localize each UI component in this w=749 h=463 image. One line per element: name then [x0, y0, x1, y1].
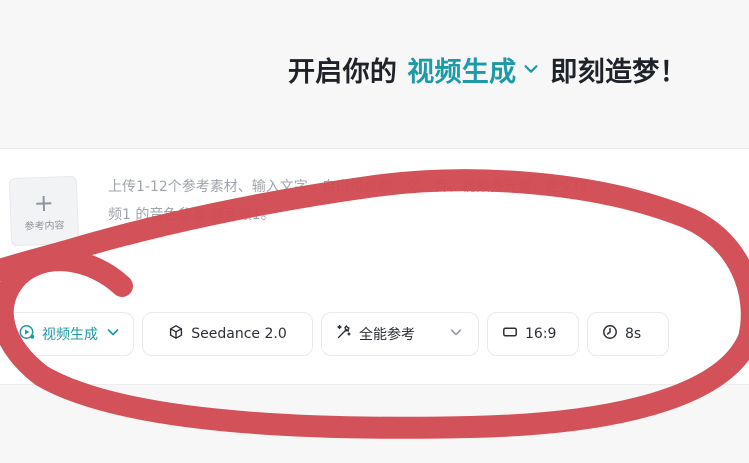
cube-icon	[168, 324, 184, 344]
heading-prefix: 开启你的	[288, 57, 398, 88]
prompt-input[interactable]: 上传1-12个参考素材、输入文字，自由组合图、文、音、视频多元素，定义精 频1 …	[108, 173, 748, 229]
reference-tile-label: 参考内容	[24, 219, 65, 233]
mode-select-label: 视频生成	[42, 327, 98, 343]
prompt-composer: + 参考内容 上传1-12个参考素材、输入文字，自由组合图、文、音、视频多元素，…	[0, 148, 749, 385]
page-heading: 开启你的 视频生成 即刻造梦！	[288, 50, 687, 89]
duration-label: 8s	[625, 326, 642, 342]
heading-suffix: 即刻造梦！	[550, 57, 687, 88]
heading-mode-label: 视频生成	[407, 57, 517, 88]
chevron-down-icon	[448, 324, 464, 344]
chevron-down-icon	[105, 324, 121, 344]
magic-wand-icon	[336, 324, 352, 344]
chevron-down-icon	[522, 54, 540, 85]
aspect-ratio-button[interactable]: 16:9	[487, 312, 579, 356]
reference-mode-label: 全能参考	[359, 327, 415, 343]
prompt-placeholder-line-1: 上传1-12个参考素材、输入文字，自由组合图、文、音、视频多元素，定义精	[108, 179, 588, 195]
video-generate-icon	[19, 324, 35, 344]
mode-select-button[interactable]: 视频生成	[6, 312, 134, 356]
generation-toolbar: 视频生成 Seedance 2.0 全能参考 16:9 8s	[6, 312, 669, 356]
plus-icon: +	[33, 188, 55, 217]
clock-icon	[602, 324, 618, 344]
duration-button[interactable]: 8s	[587, 312, 669, 356]
prompt-placeholder-line-2: 频1 的音色参考 @音频1。	[108, 207, 275, 223]
aspect-ratio-label: 16:9	[525, 326, 557, 342]
reference-mode-select[interactable]: 全能参考	[321, 312, 479, 356]
aspect-ratio-icon	[502, 324, 518, 344]
model-select-button[interactable]: Seedance 2.0	[142, 312, 313, 356]
add-reference-button[interactable]: + 参考内容	[8, 175, 80, 247]
model-select-label: Seedance 2.0	[191, 326, 287, 342]
generation-mode-dropdown[interactable]: 视频生成	[407, 50, 540, 89]
